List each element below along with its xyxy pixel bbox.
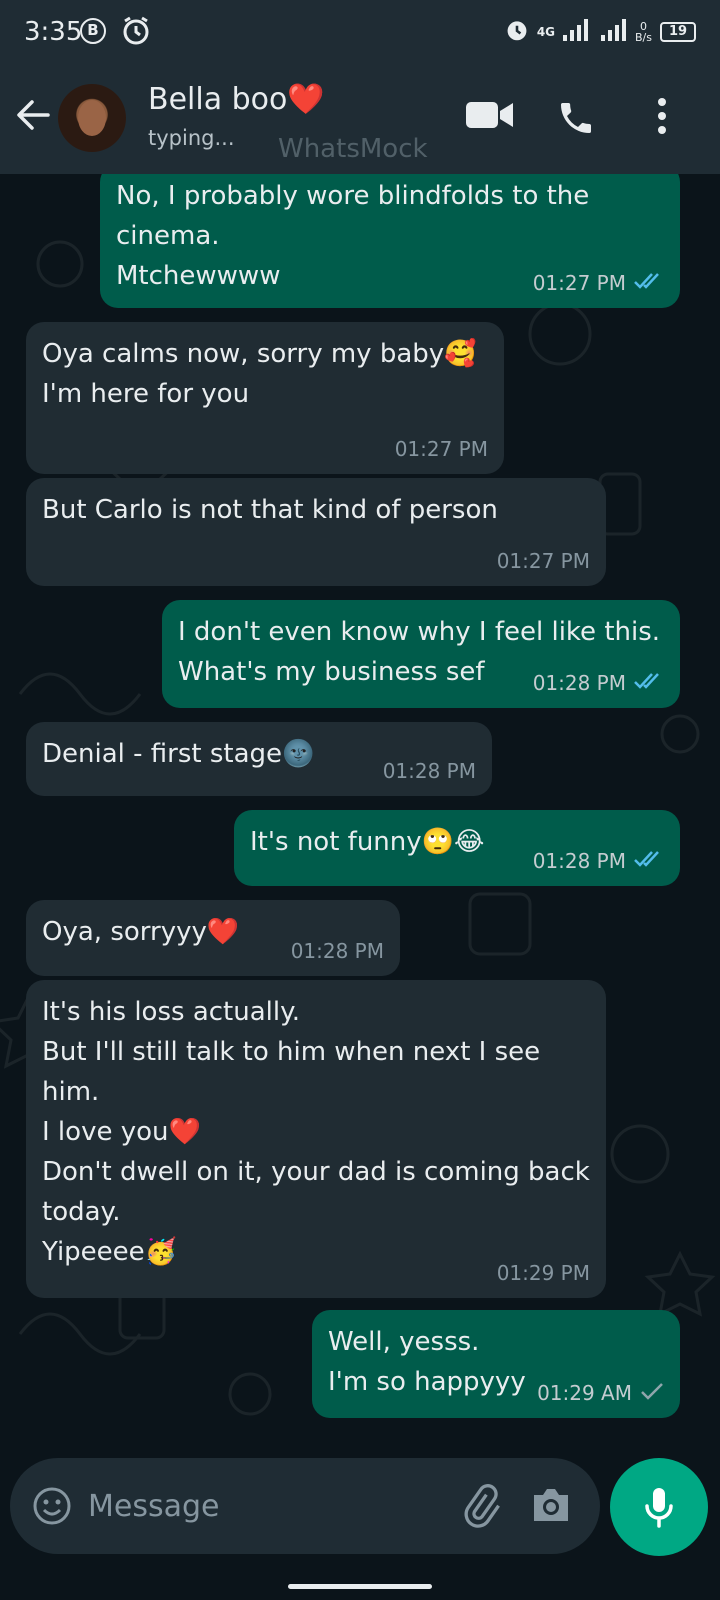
message-time: 01:28 PM: [532, 671, 626, 695]
battery-icon: 19: [660, 22, 696, 42]
more-options-icon[interactable]: [652, 96, 672, 140]
message-input[interactable]: [88, 1486, 428, 1526]
status-time: 3:35: [24, 17, 83, 47]
signal-icon-2: [601, 19, 627, 45]
message-incoming[interactable]: Oya, sorryyy❤️ 01:28 PM: [26, 900, 400, 976]
voice-call-icon[interactable]: [556, 98, 596, 142]
alarm-icon: [122, 16, 150, 50]
message-time: 01:27 PM: [496, 549, 590, 573]
camera-icon[interactable]: [530, 1486, 572, 1528]
network-type: 4G: [536, 25, 556, 39]
message-list[interactable]: No, I probably wore blindfolds to the ci…: [0, 174, 720, 1436]
message-text: It's his loss actually. But I'll still t…: [42, 997, 590, 1267]
voice-record-button[interactable]: [610, 1458, 708, 1556]
message-meta: 01:29 AM: [537, 1382, 664, 1404]
message-meta: 01:27 PM: [533, 272, 664, 294]
message-incoming[interactable]: Denial - first stage🌚 01:28 PM: [26, 722, 492, 796]
message-incoming[interactable]: Oya calms now, sorry my baby🥰 I'm here f…: [26, 322, 504, 474]
message-meta: 01:28 PM: [533, 850, 664, 872]
b-badge-icon: B: [80, 18, 106, 44]
message-time: 01:29 PM: [496, 1261, 590, 1285]
attach-icon[interactable]: [458, 1484, 502, 1532]
status-right-cluster: 4G 0 B/s 19: [505, 14, 696, 50]
message-time: 01:27 PM: [532, 271, 626, 295]
message-time: 01:28 PM: [290, 939, 384, 963]
signal-icon: [563, 19, 593, 45]
message-outgoing[interactable]: Well, yesss. I'm so happyyy 01:29 AM: [312, 1310, 680, 1418]
watermark: WhatsMock: [278, 134, 428, 164]
microphone-icon: [645, 1488, 673, 1528]
message-text: Oya calms now, sorry my baby🥰 I'm here f…: [42, 339, 477, 409]
back-arrow-icon[interactable]: [16, 98, 50, 136]
message-time: 01:29 AM: [537, 1381, 632, 1405]
message-meta: 01:29 PM: [497, 1262, 590, 1284]
message-outgoing[interactable]: It's not funny🙄😂 01:28 PM: [234, 810, 680, 886]
double-check-read-icon: [634, 672, 664, 694]
message-incoming[interactable]: It's his loss actually. But I'll still t…: [26, 980, 606, 1298]
message-time: 01:27 PM: [394, 437, 488, 461]
typing-status: typing...: [148, 126, 235, 150]
contact-name[interactable]: Bella boo❤️: [148, 82, 325, 117]
chat-header: Bella boo❤️ typing... WhatsMock: [0, 66, 720, 174]
message-meta: 01:28 PM: [383, 760, 476, 782]
message-incoming[interactable]: But Carlo is not that kind of person 01:…: [26, 478, 606, 586]
network-speed: 0 B/s: [635, 21, 652, 43]
message-outgoing[interactable]: I don't even know why I feel like this. …: [162, 600, 680, 708]
message-meta: 01:28 PM: [291, 940, 384, 962]
message-time: 01:28 PM: [532, 849, 626, 873]
network-speed-unit: B/s: [635, 31, 652, 44]
message-text: But Carlo is not that kind of person: [42, 495, 498, 525]
message-meta: 01:28 PM: [533, 672, 664, 694]
home-gesture-bar[interactable]: [288, 1584, 432, 1589]
single-check-sent-icon: [640, 1382, 664, 1404]
message-meta: 01:27 PM: [395, 438, 488, 460]
video-call-icon[interactable]: [466, 98, 514, 136]
alarm-icon: [505, 17, 529, 47]
status-bar: 3:35 B 4G 0 B/s 19: [0, 0, 720, 66]
double-check-read-icon: [634, 272, 664, 294]
emoji-icon[interactable]: [32, 1486, 72, 1530]
message-meta: 01:27 PM: [497, 550, 590, 572]
message-outgoing[interactable]: No, I probably wore blindfolds to the ci…: [100, 174, 680, 308]
system-nav-bar: [0, 1570, 720, 1600]
message-time: 01:28 PM: [382, 759, 476, 783]
double-check-read-icon: [634, 850, 664, 872]
avatar[interactable]: [58, 84, 126, 152]
message-composer: [10, 1458, 600, 1554]
